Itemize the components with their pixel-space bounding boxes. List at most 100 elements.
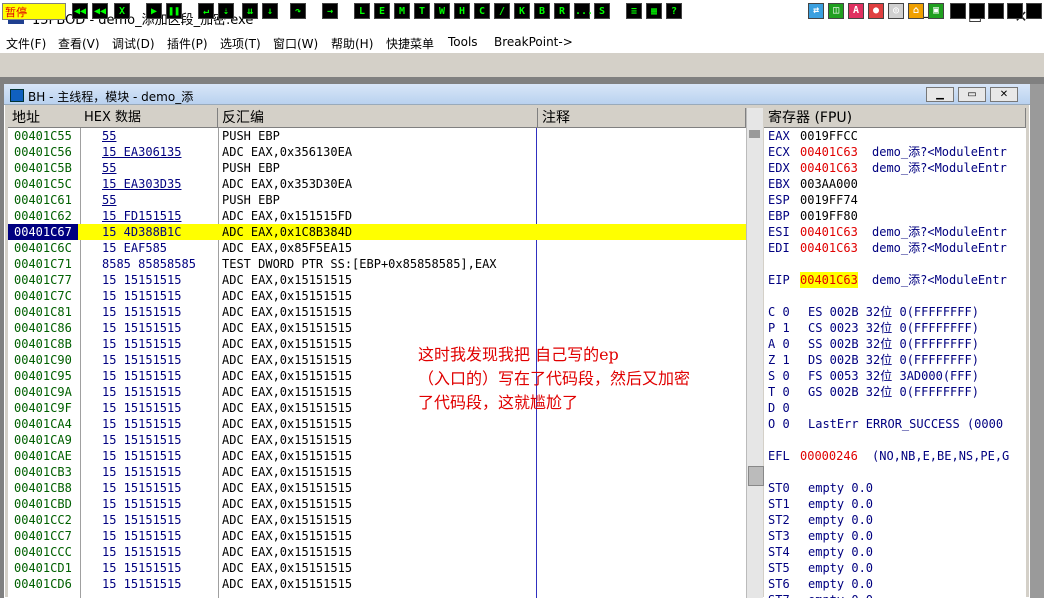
toolbar-right-button-4[interactable]: ◎ [888,3,904,19]
row-address: 00401CC2 [14,513,72,527]
header-registers[interactable]: 寄存器 (FPU) [764,108,1026,128]
toolbar-button-21[interactable]: R [554,3,570,19]
cpu-close-button[interactable]: ✕ [990,87,1018,102]
disasm-row[interactable]: 00401C55 55 PUSH EBP [8,128,746,144]
cpu-minimize-button[interactable]: ▁ [926,87,954,102]
toolbar-button-10[interactable]: → [322,3,338,19]
disasm-row[interactable]: 00401C5C 15 EA303D35 ADC EAX,0x353D30EA [8,176,746,192]
disasm-row[interactable]: 00401C81 15 15151515 ADC EAX,0x15151515 [8,304,746,320]
disasm-row[interactable]: 00401CBD 15 15151515 ADC EAX,0x15151515 [8,496,746,512]
menu-help[interactable]: 帮助(H) [331,35,373,52]
menu-breakpoint[interactable]: BreakPoint-> [494,35,573,49]
row-disasm: ADC EAX,0x15151515 [222,481,353,495]
menu-plugins[interactable]: 插件(P) [167,35,208,52]
scroll-up-icon[interactable] [749,130,760,138]
disasm-row[interactable]: 00401CB3 15 15151515 ADC EAX,0x15151515 [8,464,746,480]
menu-file[interactable]: 文件(F) [6,35,46,52]
menu-options[interactable]: 选项(T) [220,35,261,52]
toolbar-button-23[interactable]: S [594,3,610,19]
disasm-row[interactable]: 00401CA4 15 15151515 ADC EAX,0x15151515 [8,416,746,432]
toolbar-button-8[interactable]: ↓ [262,3,278,19]
disasm-scrollbar[interactable] [746,108,764,598]
toolbar-button-5[interactable]: ↵ [198,3,214,19]
toolbar-button-9[interactable]: ↷ [290,3,306,19]
disasm-row[interactable]: 00401CD1 15 15151515 ADC EAX,0x15151515 [8,560,746,576]
menu-tools[interactable]: Tools [448,35,478,49]
register-value[interactable]: 0019FF74 [800,192,858,208]
toolbar-button-17[interactable]: C [474,3,490,19]
header-comment[interactable]: 注释 [538,108,746,128]
toolbar-button-26[interactable]: ? [666,3,682,19]
toolbar-right-button-6[interactable]: ▣ [928,3,944,19]
header-hex[interactable]: HEX 数据 [80,108,218,128]
register-value[interactable]: 00401C63 [800,160,858,176]
disasm-row[interactable]: 00401CA9 15 15151515 ADC EAX,0x15151515 [8,432,746,448]
toolbar-blank-button[interactable] [988,3,1004,19]
toolbar-button-3[interactable]: ▶ [146,3,162,19]
toolbar-blank-button[interactable] [969,3,985,19]
menu-shortcut[interactable]: 快捷菜单 [386,35,434,52]
toolbar-button-11[interactable]: L [354,3,370,19]
disasm-row[interactable]: 00401C67 15 4D388B1C ADC EAX,0x1C8B384D [8,224,746,240]
disasm-row[interactable]: 00401C56 15 EA306135 ADC EAX,0x356130EA [8,144,746,160]
toolbar-right-button-1[interactable]: ◫ [828,3,844,19]
disasm-row[interactable]: 00401C86 15 15151515 ADC EAX,0x15151515 [8,320,746,336]
toolbar-blank-button[interactable] [950,3,966,19]
disasm-row[interactable]: 00401CD6 15 15151515 ADC EAX,0x15151515 [8,576,746,592]
disasm-row[interactable]: 00401C62 15 FD151515 ADC EAX,0x151515FD [8,208,746,224]
register-value[interactable]: 0019FFCC [800,128,858,144]
toolbar-button-0[interactable]: ◀◀ [72,3,88,19]
cpu-restore-button[interactable]: ▭ [958,87,986,102]
scrollbar-thumb[interactable] [748,466,764,486]
register-value[interactable]: 00401C63 [800,224,858,240]
disasm-row[interactable]: 00401C61 55 PUSH EBP [8,192,746,208]
toolbar-right-button-3[interactable]: ● [868,3,884,19]
toolbar-button-6[interactable]: ⇣ [218,3,234,19]
toolbar-right-button-5[interactable]: ⌂ [908,3,924,19]
toolbar-button-25[interactable]: ▦ [646,3,662,19]
disasm-row[interactable]: 00401CB8 15 15151515 ADC EAX,0x15151515 [8,480,746,496]
register-name: C 0 [768,305,790,319]
disasm-row[interactable]: 00401CC2 15 15151515 ADC EAX,0x15151515 [8,512,746,528]
disasm-row[interactable]: 00401C6C 15 EAF585 ADC EAX,0x85F5EA15 [8,240,746,256]
register-value[interactable]: 00000246 [800,448,858,464]
menu-view[interactable]: 查看(V) [58,35,100,52]
toolbar-button-4[interactable]: ❚❚ [166,3,182,19]
register-value[interactable]: 003AA000 [800,176,858,192]
registers-pane[interactable]: EAX 0019FFCC ECX 00401C63 demo_添?<ModuleEntr… [764,128,1026,598]
header-address[interactable]: 地址 [8,108,88,128]
row-address: 00401C81 [14,305,72,319]
toolbar-right-button-0[interactable]: ⇄ [808,3,824,19]
toolbar-button-18[interactable]: / [494,3,510,19]
toolbar-button-2[interactable]: X [114,3,130,19]
toolbar-button-22[interactable]: ... [574,3,593,19]
toolbar-blank-button[interactable] [1007,3,1023,19]
toolbar-button-19[interactable]: K [514,3,530,19]
toolbar-button-7[interactable]: ⇊ [242,3,258,19]
toolbar-button-12[interactable]: E [374,3,390,19]
disasm-row[interactable]: 00401CCC 15 15151515 ADC EAX,0x15151515 [8,544,746,560]
disasm-row[interactable]: 00401CAE 15 15151515 ADC EAX,0x15151515 [8,448,746,464]
menu-window[interactable]: 窗口(W) [273,35,318,52]
toolbar-blank-button[interactable] [1026,3,1042,19]
disasm-row[interactable]: 00401C77 15 15151515 ADC EAX,0x15151515 [8,272,746,288]
menu-debug[interactable]: 调试(D) [112,35,155,52]
row-disasm: ADC EAX,0x15151515 [222,545,353,559]
header-disasm[interactable]: 反汇编 [218,108,538,128]
toolbar-button-13[interactable]: M [394,3,410,19]
disasm-row[interactable]: 00401C5B 55 PUSH EBP [8,160,746,176]
register-value[interactable]: 0019FF80 [800,208,858,224]
disasm-row[interactable]: 00401CC7 15 15151515 ADC EAX,0x15151515 [8,528,746,544]
toolbar-button-1[interactable]: ◀◀ [92,3,108,19]
toolbar-button-20[interactable]: B [534,3,550,19]
toolbar-button-15[interactable]: W [434,3,450,19]
register-value[interactable]: 00401C63 [800,144,858,160]
toolbar-right-button-2[interactable]: A [848,3,864,19]
register-value[interactable]: 00401C63 [800,240,858,256]
disasm-row[interactable]: 00401C71 8585 85858585 TEST DWORD PTR SS:[… [8,256,746,272]
toolbar-button-16[interactable]: H [454,3,470,19]
toolbar-button-24[interactable]: ≡ [626,3,642,19]
register-value[interactable]: 00401C63 [800,272,858,288]
disasm-row[interactable]: 00401C7C 15 15151515 ADC EAX,0x15151515 [8,288,746,304]
toolbar-button-14[interactable]: T [414,3,430,19]
